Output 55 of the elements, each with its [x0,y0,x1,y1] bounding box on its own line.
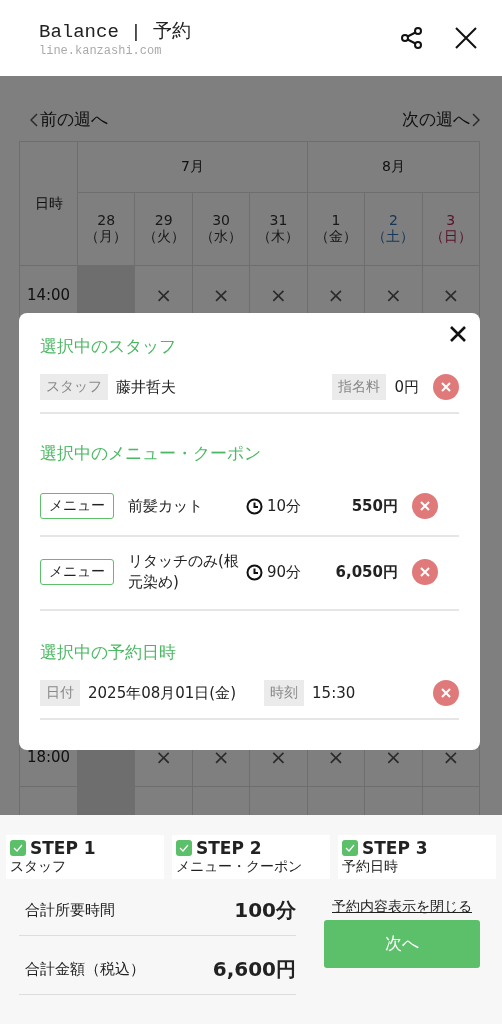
day-header: 2 （土） [365,193,423,266]
step-label: スタッフ [10,858,67,876]
chevron-right-icon[interactable] [472,112,480,127]
total-value: 6,600円 [212,955,296,983]
remove-icon[interactable] [412,493,438,519]
remove-icon[interactable] [412,559,438,585]
total-label: 合計所要時間 [25,900,115,920]
column-header: 日時 [20,142,78,266]
duration: 90分 [267,562,302,582]
remove-icon[interactable] [433,374,459,400]
day-header: 1 （金） [307,193,366,266]
day-header: 31 （木） [250,193,308,266]
close-summary-link[interactable]: 予約内容表示を閉じる [324,897,480,916]
next-button[interactable]: 次へ [324,919,480,968]
menu-tag: メニュー [40,493,114,519]
field-tag: 時刻 [264,680,305,706]
close-icon[interactable] [449,325,467,343]
staff-name: 藤井哲夫 [116,377,176,397]
total-value: 100分 [234,896,296,924]
duration: 10分 [267,496,302,516]
price: 550円 [350,496,398,516]
field-tag: 指名料 [332,374,387,400]
day-header: 30 （水） [192,193,251,266]
menu-name: 前髪カット [128,495,204,517]
page-url: line.kanzashi.com [39,44,163,58]
fee-value: 0円 [394,377,419,397]
close-icon[interactable] [454,26,478,50]
page-title: Balance | 予約 [39,20,193,44]
next-week-link[interactable]: 次の週へ [402,108,470,131]
step-label: メニュー・クーポン [176,858,303,876]
total-label: 合計金額（税込） [25,959,145,979]
chevron-left-icon[interactable] [30,112,38,127]
menu-tag: メニュー [40,559,114,585]
remove-icon[interactable] [433,680,459,706]
section-heading: 選択中の予約日時 [40,641,177,664]
price: 6,050円 [334,562,398,582]
field-tag: スタッフ [40,374,108,400]
day-header: 29 （火） [135,193,193,266]
share-icon[interactable] [400,26,424,50]
section-heading: 選択中のスタッフ [40,335,177,358]
section-heading: 選択中のメニュー・クーポン [40,442,262,465]
day-header: 3 （日） [422,193,480,266]
time-value: 15:30 [312,684,356,702]
step-number: STEP 3 [362,838,428,858]
previous-week-link[interactable]: 前の週へ [40,108,108,131]
menu-name: リタッチのみ(根元染め) [128,551,240,593]
month-header: 8月 [307,142,480,193]
step-number: STEP 2 [196,838,262,858]
clock-icon [246,563,263,581]
clock-icon [246,497,263,515]
date-value: 2025年08月01日(金) [88,683,237,703]
step-label: 予約日時 [342,858,399,876]
field-tag: 日付 [40,680,80,706]
step-number: STEP 1 [30,838,96,858]
month-header: 7月 [78,142,308,193]
